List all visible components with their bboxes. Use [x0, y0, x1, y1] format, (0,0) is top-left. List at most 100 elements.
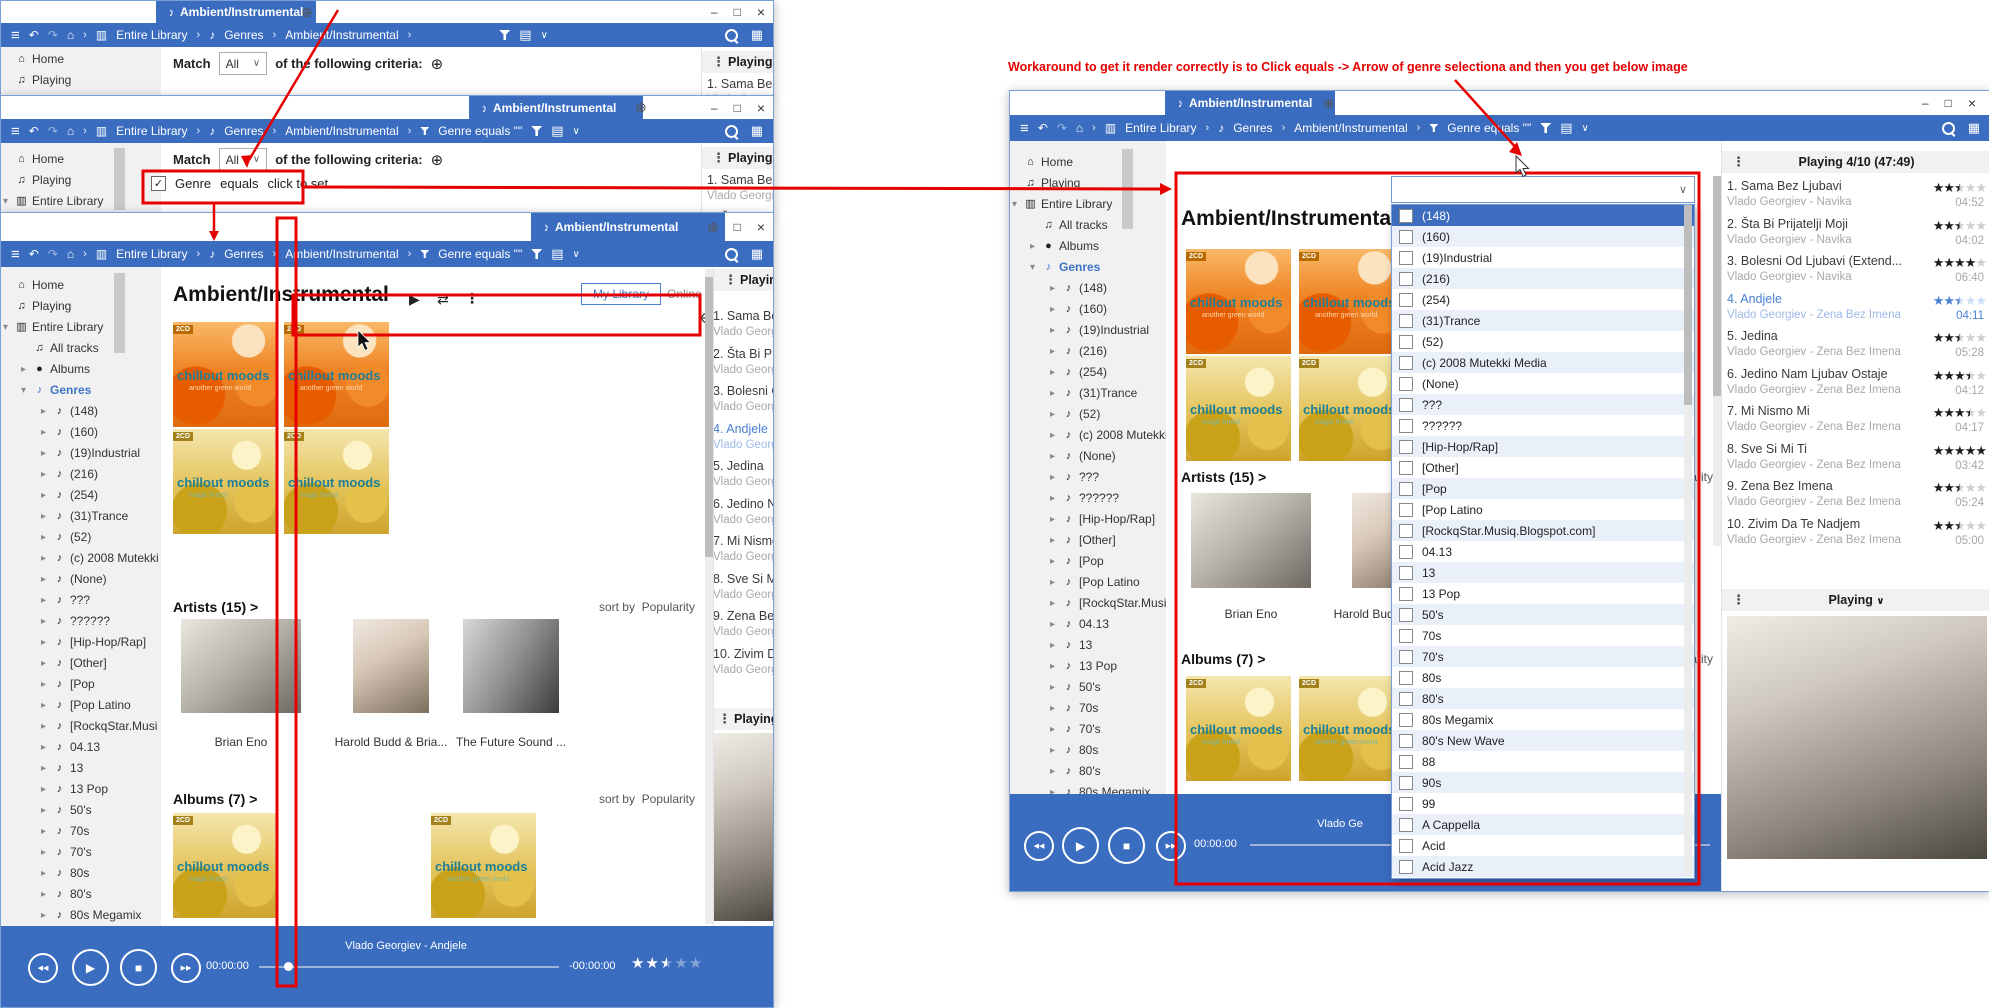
sidebar-scrollbar[interactable]: [1122, 149, 1133, 229]
checkbox-icon[interactable]: [1399, 755, 1413, 769]
progress-bar[interactable]: [259, 966, 559, 968]
artist-photo[interactable]: [463, 619, 559, 713]
playing-panel-header[interactable]: ⋮Playing ∨: [1722, 589, 1989, 611]
previous-button[interactable]: ◀◀: [28, 953, 58, 983]
undo-icon[interactable]: ↶: [1038, 121, 1048, 135]
genre-option[interactable]: 80's: [1392, 688, 1694, 709]
genre-option[interactable]: (52): [1392, 331, 1694, 352]
checkbox-icon[interactable]: [1399, 482, 1413, 496]
sidebar-item[interactable]: ▸♪[Pop Latino: [1010, 572, 1166, 593]
sidebar-item[interactable]: ▸♪[Hip-Hop/Rap]: [1, 632, 161, 653]
checkbox-icon[interactable]: [1399, 209, 1413, 223]
sidebar-item[interactable]: ♫Playing: [1, 296, 161, 317]
chevron-icon[interactable]: ▸: [1050, 593, 1055, 614]
track-row[interactable]: 1. Sama Bez Ljubavi ★★★★★ Vlado Georgiev…: [702, 75, 773, 96]
genre-option[interactable]: 80s Megamix: [1392, 709, 1694, 730]
chevron-icon[interactable]: ▸: [1050, 320, 1055, 341]
artist-name[interactable]: Harold Budd & Bria...: [335, 735, 448, 749]
undo-icon[interactable]: ↶: [29, 28, 39, 42]
grid-icon[interactable]: ▦: [751, 246, 763, 262]
add-criteria-button[interactable]: ⊕: [431, 55, 444, 73]
content-scrollbar[interactable]: [705, 269, 713, 924]
filter-icon[interactable]: [499, 30, 510, 40]
checkbox-icon[interactable]: [1399, 356, 1413, 370]
chevron-icon[interactable]: ▸: [1050, 719, 1055, 740]
track-row[interactable]: 7. Mi Nismo Mi ★★★★★ Vlado Georgiev - Ze…: [713, 532, 773, 570]
window-back[interactable]: ♪Ambient/Instrumental ⊕ – □ × ≡ ↶ ↷ ⌂› ▥…: [0, 0, 774, 97]
breadcrumb-library[interactable]: Entire Library: [116, 28, 187, 42]
redo-icon[interactable]: ↷: [1057, 121, 1067, 135]
chevron-icon[interactable]: ▾: [3, 191, 8, 212]
shuffle-icon[interactable]: ⇄: [437, 291, 449, 308]
breadcrumb-genres[interactable]: Genres: [224, 28, 263, 42]
sidebar-item[interactable]: ▸♪80s Megamix: [1010, 782, 1166, 794]
chevron-icon[interactable]: ▸: [1050, 614, 1055, 635]
sidebar-item[interactable]: ▸♪[Other]: [1010, 530, 1166, 551]
sidebar-item[interactable]: ▸♪??????: [1, 611, 161, 632]
playing-panel-header[interactable]: ⋮Playing ∨: [713, 708, 773, 730]
artist-name[interactable]: The Future Sound ...: [456, 735, 566, 749]
value-placeholder[interactable]: click to set: [267, 176, 328, 191]
match-combobox[interactable]: All∨: [219, 148, 268, 171]
tab-ambient-instrumental[interactable]: ♪Ambient/Instrumental: [531, 213, 725, 241]
sidebar-item[interactable]: ▸♪(c) 2008 Mutekki: [1, 548, 161, 569]
checkbox-icon[interactable]: [1399, 461, 1413, 475]
window-right[interactable]: ♪Ambient/Instrumental ⊕ – □ × ≡ ↶ ↷ ⌂› ▥…: [1009, 90, 1989, 892]
sidebar-item[interactable]: ▸♪[Hip-Hop/Rap]: [1010, 509, 1166, 530]
sidebar-item[interactable]: ▸♪(31)Trance: [1, 506, 161, 527]
sidebar-item[interactable]: ▸♪13: [1010, 635, 1166, 656]
content-scrollbar[interactable]: [1713, 176, 1721, 546]
chevron-icon[interactable]: ▸: [41, 464, 46, 485]
panel-dots[interactable]: ⋮: [718, 708, 731, 730]
search-icon[interactable]: [725, 29, 738, 42]
track-row[interactable]: 9. Zena Bez Imena ★★★★★ Vlado Georgiev -…: [1722, 477, 1989, 515]
more-options-dots[interactable]: ⋮: [465, 290, 479, 307]
chevron-icon[interactable]: ▸: [1050, 635, 1055, 656]
genre-option[interactable]: Acid Jazz: [1392, 856, 1694, 877]
sort-by-value[interactable]: Popularity: [642, 792, 695, 806]
sidebar-item[interactable]: ▸♪(216): [1010, 341, 1166, 362]
genre-option[interactable]: (254): [1392, 289, 1694, 310]
album-cover[interactable]: 2CDchillout moodsmagic forest: [173, 429, 278, 534]
sidebar-item[interactable]: ▸♪04.13: [1, 737, 161, 758]
hamburger-icon[interactable]: ≡: [11, 246, 20, 263]
filter-icon[interactable]: [1540, 123, 1551, 133]
minimize-button[interactable]: –: [711, 101, 718, 115]
genre-option[interactable]: Acid: [1392, 835, 1694, 856]
chevron-icon[interactable]: ▸: [41, 779, 46, 800]
home-icon[interactable]: ⌂: [67, 247, 74, 261]
rating-stars[interactable]: ★★★★★: [1933, 218, 1986, 234]
chevron-icon[interactable]: ▸: [41, 800, 46, 821]
track-row[interactable]: 4. Andjele ★★★★★ Vlado Georgiev - Zena B…: [713, 420, 773, 458]
checkbox-icon[interactable]: [1399, 293, 1413, 307]
genre-option[interactable]: 70s: [1392, 625, 1694, 646]
sidebar-item[interactable]: ▸♪80s: [1, 863, 161, 884]
checkbox-icon[interactable]: [1399, 524, 1413, 538]
match-combobox[interactable]: All∨: [219, 52, 268, 75]
checkbox-icon[interactable]: [1399, 251, 1413, 265]
sidebar-item[interactable]: ▾▥Entire Library: [1, 191, 161, 212]
chevron-icon[interactable]: ▸: [1050, 488, 1055, 509]
artist-photo[interactable]: [181, 619, 301, 713]
breadcrumb-genre[interactable]: Ambient/Instrumental: [285, 124, 398, 138]
breadcrumb-filter[interactable]: Genre equals "": [438, 247, 522, 261]
chevron-icon[interactable]: ▸: [1050, 782, 1055, 794]
progress-thumb[interactable]: [284, 962, 293, 971]
genre-option[interactable]: 13 Pop: [1392, 583, 1694, 604]
panel-dots[interactable]: ⋮: [1732, 589, 1745, 611]
artists-header[interactable]: Artists (15) >: [173, 599, 258, 615]
search-icon[interactable]: [725, 248, 738, 261]
sidebar-item[interactable]: ▾▥Entire Library: [1010, 194, 1166, 215]
chevron-icon[interactable]: ▸: [1050, 467, 1055, 488]
panel-dots[interactable]: ⋮: [712, 51, 725, 73]
chevron-icon[interactable]: ▸: [41, 632, 46, 653]
chevron-icon[interactable]: ▸: [41, 695, 46, 716]
breadcrumb-library[interactable]: Entire Library: [116, 247, 187, 261]
sidebar-item[interactable]: ▾▥Entire Library: [1, 317, 161, 338]
chevron-icon[interactable]: ▸: [41, 569, 46, 590]
breadcrumb-library[interactable]: Entire Library: [116, 124, 187, 138]
checkbox-icon[interactable]: [1399, 398, 1413, 412]
now-playing-art[interactable]: [1727, 616, 1987, 859]
albums-header[interactable]: Albums (7) >: [1181, 651, 1265, 667]
sidebar-item[interactable]: ♫All tracks: [1, 338, 161, 359]
